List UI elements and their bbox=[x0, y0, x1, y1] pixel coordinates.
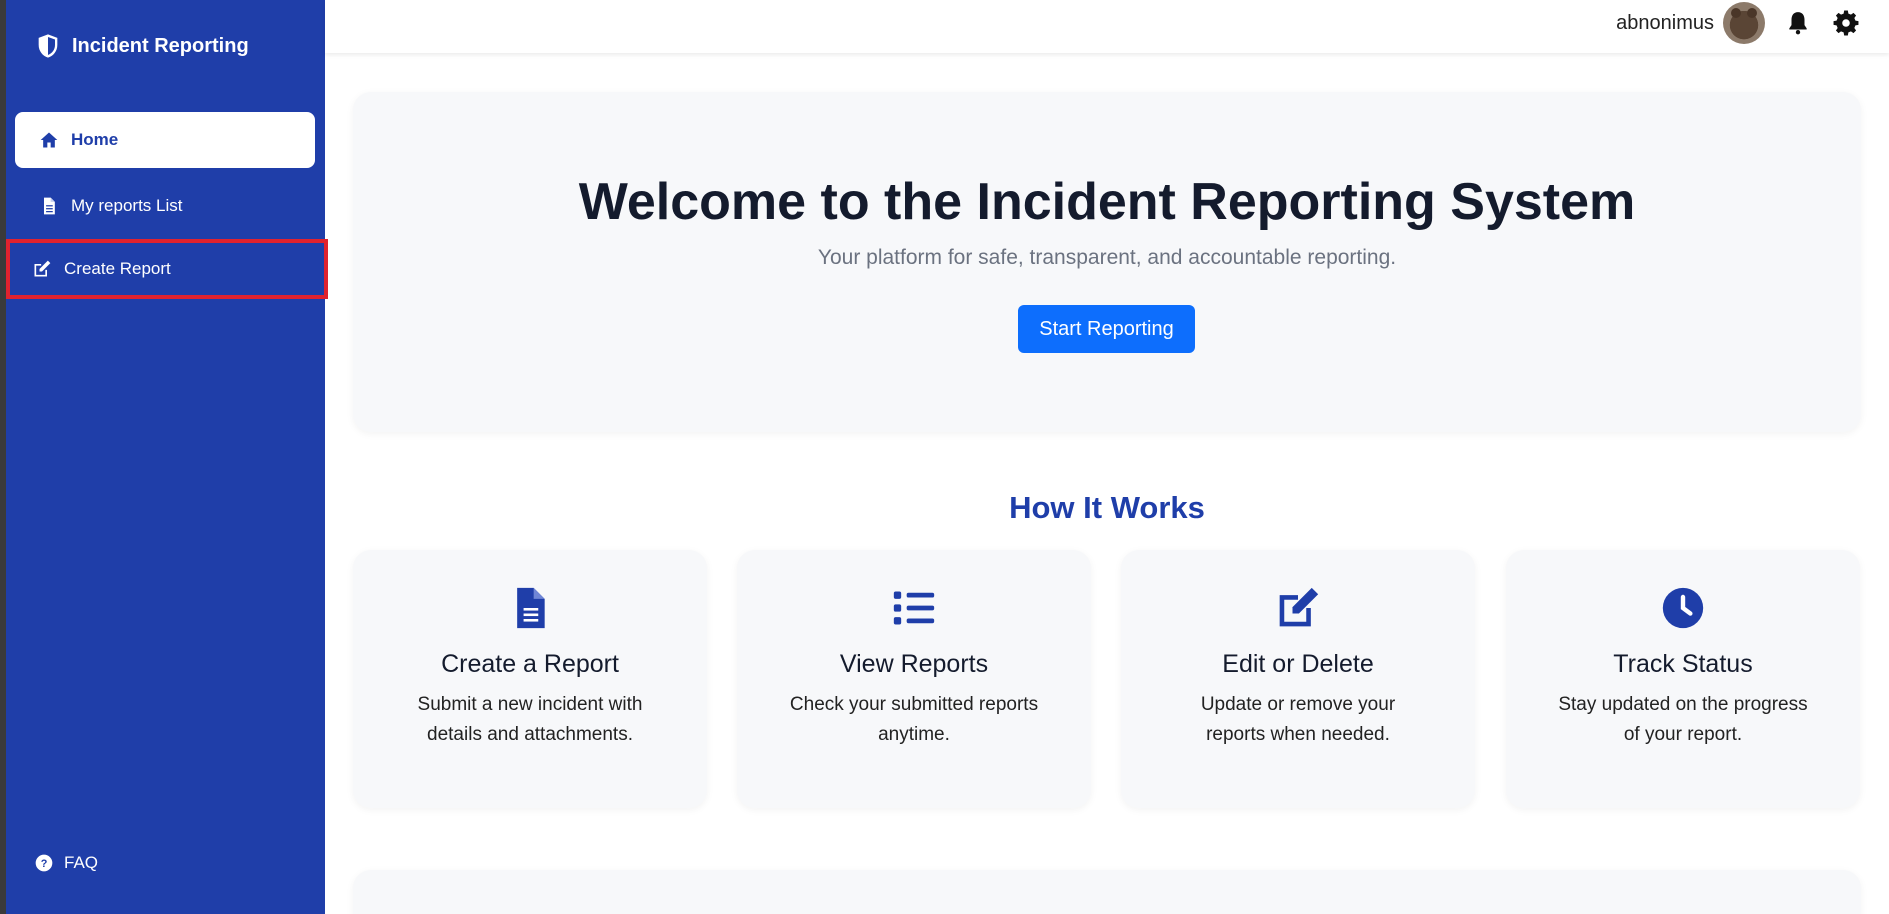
brand-title: Incident Reporting bbox=[72, 34, 249, 57]
feature-card-create: Create a Report Submit a new incident wi… bbox=[353, 550, 707, 808]
edit-icon bbox=[34, 260, 51, 277]
username[interactable]: abnonimus bbox=[1616, 12, 1714, 35]
question-circle-icon: ? bbox=[35, 854, 53, 872]
card-text: Stay updated on the progress of your rep… bbox=[1558, 694, 1808, 745]
hero-subtitle: Your platform for safe, transparent, and… bbox=[817, 246, 1397, 269]
list-icon bbox=[893, 591, 935, 625]
card-title: Track Status bbox=[1613, 650, 1753, 678]
feature-card-view: View Reports Check your submitted report… bbox=[737, 550, 1091, 808]
faq-label: FAQ bbox=[64, 853, 99, 872]
sidebar: Incident Reporting Home My reports List … bbox=[6, 0, 328, 914]
feature-card-track: Track Status Stay updated on the progres… bbox=[1506, 550, 1860, 808]
sidebar-item-my-reports[interactable]: My reports List bbox=[15, 178, 315, 234]
card-text: Update or remove your reports when neede… bbox=[1200, 694, 1396, 745]
card-text: Submit a new incident with details and a… bbox=[417, 694, 643, 745]
edit-icon bbox=[1279, 587, 1319, 627]
bottom-section bbox=[353, 870, 1861, 914]
start-reporting-button[interactable]: Start Reporting bbox=[1018, 305, 1195, 353]
svg-text:?: ? bbox=[41, 858, 48, 870]
card-title: View Reports bbox=[839, 650, 989, 678]
file-icon bbox=[517, 587, 545, 629]
feature-card-edit: Edit or Delete Update or remove your rep… bbox=[1121, 550, 1475, 808]
gear-icon[interactable] bbox=[1833, 10, 1859, 36]
document-icon bbox=[44, 197, 55, 215]
brand[interactable]: Incident Reporting bbox=[34, 32, 249, 60]
sidebar-item-create-report[interactable]: Create Report bbox=[6, 239, 328, 299]
hero-section: Welcome to the Incident Reporting System… bbox=[353, 92, 1861, 432]
sidebar-item-home[interactable]: Home bbox=[15, 112, 315, 168]
how-it-works-title: How It Works bbox=[1009, 490, 1205, 525]
bell-icon[interactable] bbox=[1785, 10, 1811, 36]
home-icon bbox=[40, 132, 58, 148]
card-title: Edit or Delete bbox=[1222, 650, 1374, 678]
faq-link[interactable]: ? FAQ bbox=[34, 853, 98, 873]
sidebar-item-label: Home bbox=[71, 130, 119, 149]
sidebar-item-label: Create Report bbox=[64, 259, 171, 278]
top-bar: abnonimus bbox=[325, 0, 1889, 53]
card-text: Check your submitted reports anytime. bbox=[789, 694, 1039, 745]
shield-icon bbox=[38, 34, 58, 58]
hero-title: Welcome to the Incident Reporting System bbox=[578, 173, 1636, 231]
sidebar-item-label: My reports List bbox=[71, 196, 183, 215]
card-title: Create a Report bbox=[441, 650, 619, 678]
avatar[interactable] bbox=[1723, 2, 1765, 44]
clock-icon bbox=[1662, 587, 1704, 629]
